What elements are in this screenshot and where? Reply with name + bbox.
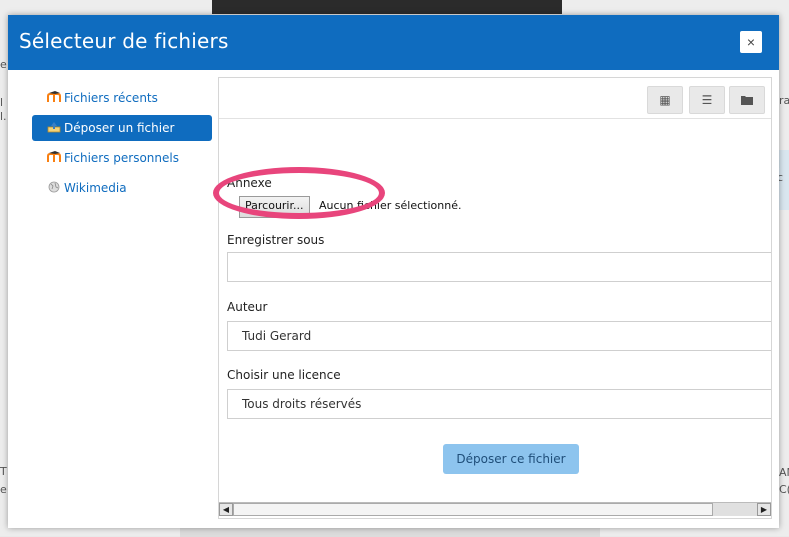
dialog-titlebar: Sélecteur de fichiers ×: [8, 15, 779, 70]
background-text: C(: [779, 483, 789, 496]
background-text: e: [0, 483, 7, 496]
wikimedia-globe-icon: [48, 181, 60, 193]
list-view-icon: ☰: [701, 93, 713, 107]
nav-item-upload-file[interactable]: Déposer un fichier: [32, 115, 212, 141]
moodle-icon: [47, 151, 61, 162]
nav-item-label: Fichiers récents: [64, 91, 158, 105]
background-header-bar: [212, 0, 562, 14]
grid-view-button[interactable]: ▦: [647, 86, 683, 114]
license-label: Choisir une licence: [227, 368, 341, 382]
scrollbar-thumb[interactable]: [233, 503, 713, 516]
scroll-right-arrow-icon[interactable]: ▶: [757, 503, 771, 516]
save-as-label: Enregistrer sous: [227, 233, 325, 247]
scroll-left-arrow-icon[interactable]: ◀: [219, 503, 233, 516]
nav-item-private-files[interactable]: Fichiers personnels: [32, 145, 212, 171]
upload-icon: [47, 122, 61, 133]
attachment-label: Annexe: [227, 176, 272, 190]
moodle-icon: [47, 91, 61, 102]
background-text: e: [0, 58, 7, 71]
folder-view-button[interactable]: [729, 86, 765, 114]
horizontal-scrollbar[interactable]: ◀ ▶: [219, 502, 771, 517]
background-text: ra: [779, 94, 789, 107]
save-as-input[interactable]: [227, 252, 771, 282]
grid-view-icon: ▦: [659, 93, 671, 107]
file-picker-dialog: Sélecteur de fichiers × Fichiers récents…: [8, 15, 779, 528]
background-text: T: [0, 465, 7, 478]
upload-submit-button[interactable]: Déposer ce fichier: [443, 444, 579, 474]
background-text: AN: [779, 466, 789, 479]
license-select[interactable]: Tous droits réservés: [227, 389, 771, 419]
folder-view-icon: [741, 96, 753, 105]
upload-pane: ▦ ☰ Annexe Parcourir... Aucun fichier sé…: [218, 77, 772, 519]
background-text: l.: [0, 110, 7, 123]
browse-button[interactable]: Parcourir...: [239, 196, 310, 218]
dialog-title: Sélecteur de fichiers: [19, 29, 229, 53]
repository-nav: Fichiers récents Déposer un fichier Fich…: [32, 85, 212, 205]
nav-item-recent-files[interactable]: Fichiers récents: [32, 85, 212, 111]
view-toolbar: ▦ ☰: [219, 78, 771, 119]
author-label: Auteur: [227, 300, 268, 314]
list-view-button[interactable]: ☰: [689, 86, 725, 114]
author-input[interactable]: Tudi Gerard: [227, 321, 771, 351]
nav-item-label: Déposer un fichier: [64, 121, 175, 135]
close-icon: ×: [746, 34, 756, 50]
no-file-selected-text: Aucun fichier sélectionné.: [319, 199, 462, 212]
nav-item-wikimedia[interactable]: Wikimedia: [32, 175, 212, 201]
close-button[interactable]: ×: [740, 31, 762, 53]
nav-item-label: Fichiers personnels: [64, 151, 179, 165]
scrollbar-track: [713, 503, 757, 516]
nav-item-label: Wikimedia: [64, 181, 127, 195]
background-text: l: [0, 96, 4, 109]
